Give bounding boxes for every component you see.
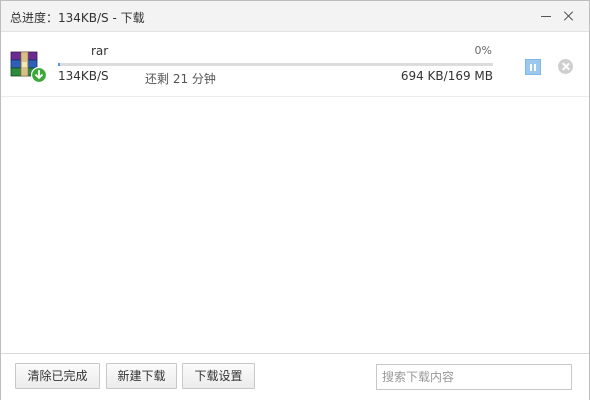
clear-completed-button[interactable]: 清除已完成 (15, 363, 100, 389)
download-speed: 134KB/S (58, 69, 109, 83)
winrar-archive-icon (10, 51, 48, 84)
minimize-icon[interactable] (535, 6, 557, 26)
title-bar: 总进度：134KB/S - 下载 (1, 1, 589, 32)
new-download-button[interactable]: 新建下载 (106, 363, 177, 389)
progress-bar (58, 63, 493, 66)
download-settings-button[interactable]: 下载设置 (182, 363, 255, 389)
time-remaining: 还剩 21 分钟 (145, 72, 216, 86)
cancel-circle-icon[interactable] (558, 59, 573, 74)
progress-percent: 0% (474, 44, 492, 57)
download-item[interactable]: rar 0% 134KB/S 还剩 21 分钟 694 KB/169 MB (1, 32, 589, 97)
footer-toolbar: 清除已完成 新建下载 下载设置 (1, 353, 589, 400)
pause-icon[interactable] (525, 59, 541, 75)
window-title: 总进度：134KB/S - 下载 (10, 11, 145, 25)
file-name: rar (91, 44, 109, 58)
close-icon[interactable] (558, 6, 580, 26)
search-input[interactable] (376, 364, 572, 390)
download-size: 694 KB/169 MB (400, 69, 493, 83)
download-window: 总进度：134KB/S - 下载 rar 0% 134KB/S 还剩 21 分钟… (0, 0, 590, 400)
progress-fill (58, 63, 60, 66)
